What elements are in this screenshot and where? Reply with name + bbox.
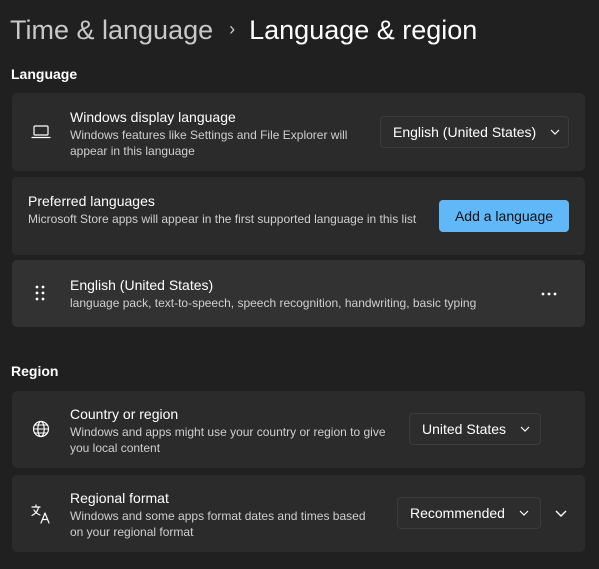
country-region-title: Country or region: [70, 406, 179, 422]
regional-format-dropdown[interactable]: Recommended: [397, 497, 541, 529]
regional-format-selected: Recommended: [410, 505, 505, 521]
breadcrumb-parent-link[interactable]: Time & language: [10, 15, 213, 46]
language-name: English (United States): [70, 277, 214, 293]
preferred-languages-title: Preferred languages: [28, 193, 155, 209]
country-region-description: Windows and apps might use your country …: [70, 425, 386, 455]
display-language-dropdown[interactable]: English (United States): [380, 116, 569, 148]
preferred-languages-description: Microsoft Store apps will appear in the …: [28, 212, 417, 226]
chevron-down-icon: [520, 423, 530, 435]
country-region-card: Country or region Windows and apps might…: [12, 391, 585, 468]
display-language-description: Windows features like Settings and File …: [70, 128, 348, 158]
add-language-button[interactable]: Add a language: [439, 200, 569, 232]
country-region-selected: United States: [422, 421, 507, 437]
regional-format-description: Windows and some apps format dates and t…: [70, 509, 366, 539]
drag-handle-icon[interactable]: [29, 282, 51, 304]
laptop-icon: [30, 121, 52, 143]
language-list-item[interactable]: English (United States) language pack, t…: [12, 260, 585, 327]
regional-format-title: Regional format: [70, 490, 169, 506]
preferred-languages-card: Preferred languages Microsoft Store apps…: [12, 177, 585, 255]
section-title-language: Language: [11, 66, 78, 82]
globe-icon: [30, 418, 52, 440]
expand-chevron-icon[interactable]: [547, 499, 575, 527]
breadcrumb-separator: ›: [229, 18, 236, 39]
page-title: Language & region: [249, 14, 478, 45]
country-region-dropdown[interactable]: United States: [409, 413, 541, 445]
breadcrumb: Time & language › Language & region: [10, 10, 477, 50]
language-format-icon: [29, 502, 53, 526]
more-options-icon[interactable]: [535, 280, 563, 308]
display-language-selected: English (United States): [393, 124, 537, 140]
display-language-title: Windows display language: [70, 109, 236, 125]
chevron-down-icon: [519, 507, 529, 519]
section-title-region: Region: [11, 363, 59, 379]
language-features: language pack, text-to-speech, speech re…: [70, 296, 477, 310]
display-language-card: Windows display language Windows feature…: [12, 93, 585, 171]
regional-format-card[interactable]: Regional format Windows and some apps fo…: [12, 475, 585, 552]
chevron-down-icon: [550, 126, 560, 138]
